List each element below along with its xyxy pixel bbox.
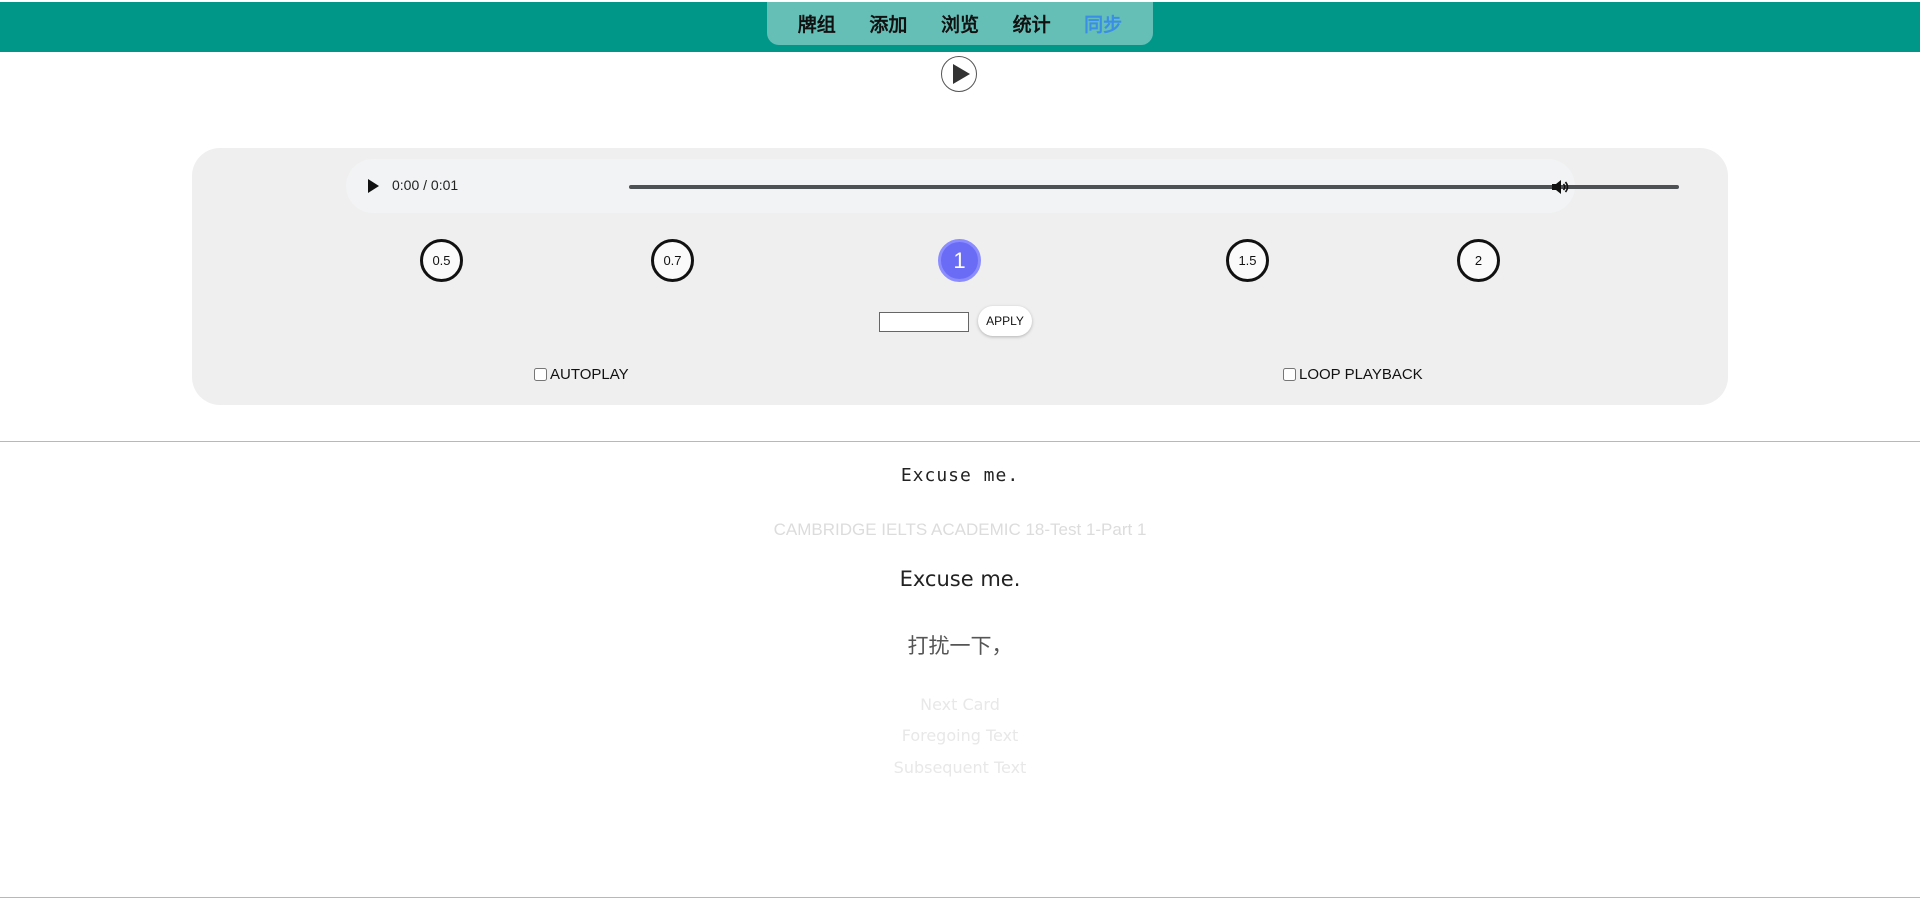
- apply-button[interactable]: APPLY: [978, 306, 1032, 336]
- nav-item-add[interactable]: 添加: [869, 10, 907, 37]
- source-label: CAMBRIDGE IELTS ACADEMIC 18-Test 1-Part …: [773, 520, 1147, 539]
- autoplay-label: AUTOPLAY: [550, 366, 629, 383]
- loop-playback-checkbox[interactable]: [1283, 368, 1296, 381]
- audio-player: 0:00 / 0:01: [346, 159, 1679, 213]
- speed-button-2[interactable]: 2: [1457, 239, 1500, 282]
- loop-option: LOOP PLAYBACK: [1283, 366, 1423, 383]
- speed-button-1[interactable]: 1: [938, 239, 981, 282]
- play-circle-icon: [953, 64, 970, 84]
- bottom-divider: [0, 897, 1920, 898]
- speed-button-0.7[interactable]: 0.7: [651, 239, 694, 282]
- original-sentence: Excuse me.: [900, 465, 1020, 486]
- nav-item-browse[interactable]: 浏览: [941, 10, 979, 37]
- autoplay-option: AUTOPLAY: [534, 366, 629, 383]
- card-translation: 打扰一下，: [907, 634, 1013, 658]
- audio-time: 0:00 / 0:01: [392, 177, 459, 193]
- main-nav: 牌组 添加 浏览 统计 同步: [767, 2, 1153, 45]
- nav-item-decks[interactable]: 牌组: [798, 10, 836, 37]
- subsequent-text-link[interactable]: Subsequent Text: [0, 758, 1920, 777]
- divider: [0, 441, 1920, 442]
- top-bar: 牌组 添加 浏览 统计 同步: [0, 2, 1920, 52]
- speed-button-0.5[interactable]: 0.5: [420, 239, 463, 282]
- loop-playback-label: LOOP PLAYBACK: [1299, 366, 1423, 383]
- autoplay-checkbox[interactable]: [534, 368, 547, 381]
- foregoing-text-link[interactable]: Foregoing Text: [0, 726, 1920, 745]
- volume-icon[interactable]: [1550, 177, 1570, 197]
- next-card-link[interactable]: Next Card: [0, 695, 1920, 714]
- custom-rate-input[interactable]: [879, 312, 969, 332]
- play-icon[interactable]: [366, 178, 380, 194]
- nav-item-stats[interactable]: 统计: [1013, 10, 1051, 37]
- speed-button-1.5[interactable]: 1.5: [1226, 239, 1269, 282]
- card-sentence: Excuse me.: [899, 567, 1021, 591]
- play-audio-button[interactable]: [941, 56, 977, 92]
- nav-item-sync[interactable]: 同步: [1084, 10, 1122, 37]
- audio-progress-bar[interactable]: [629, 185, 1679, 189]
- player-panel: 0:00 / 0:01 0.5 0.7 1 1.5 2 APPLY AUTOPL…: [192, 148, 1728, 405]
